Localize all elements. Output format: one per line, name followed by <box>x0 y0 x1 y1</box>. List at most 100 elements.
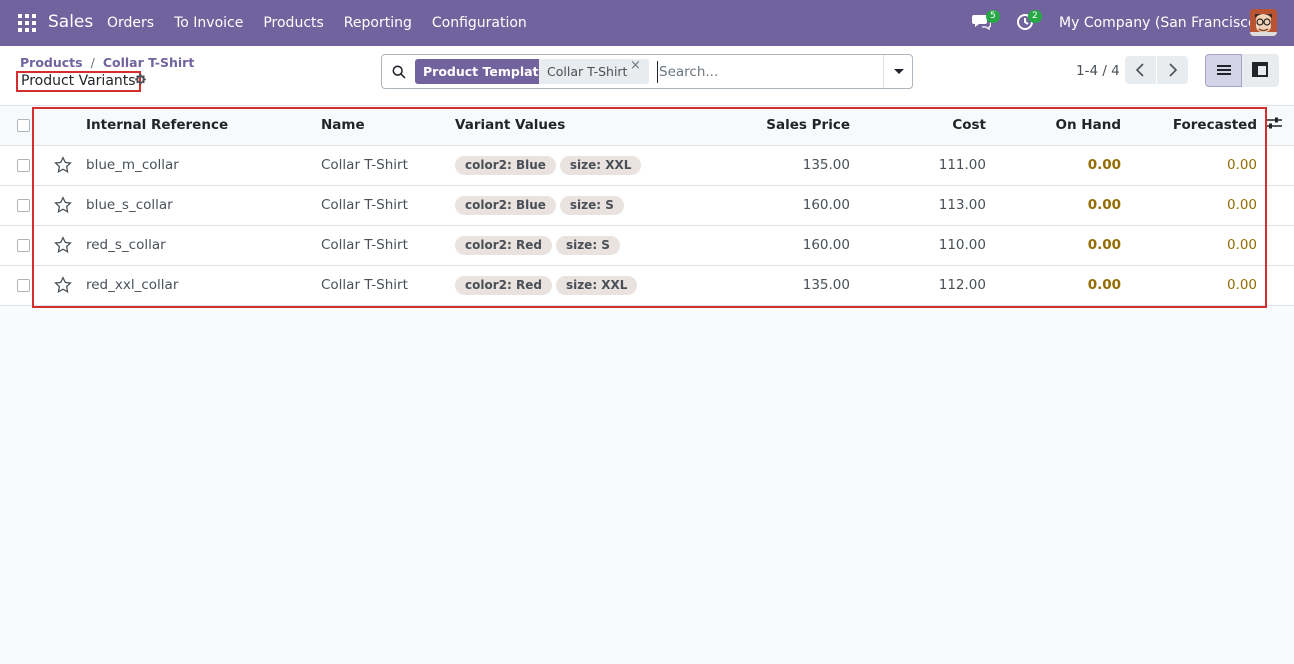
header-cost[interactable]: Cost <box>850 106 986 146</box>
kanban-view-button[interactable] <box>1242 54 1279 87</box>
user-avatar[interactable] <box>1250 9 1277 36</box>
cell-internal-reference: red_s_collar <box>86 225 321 266</box>
chevron-left-icon <box>1135 63 1144 77</box>
pager-value[interactable]: 1-4 / 4 <box>1076 63 1120 79</box>
breadcrumb-products[interactable]: Products <box>20 55 83 70</box>
header-forecasted[interactable]: Forecasted <box>1121 106 1257 146</box>
cell-sales-price: 135.00 <box>715 145 850 186</box>
main-menu: Orders To Invoice Products Reporting Con… <box>107 15 547 31</box>
header-variant-values[interactable]: Variant Values <box>455 106 715 146</box>
company-switcher[interactable]: My Company (San Francisco) <box>1059 15 1262 31</box>
app-name[interactable]: Sales <box>48 12 93 32</box>
search-icon[interactable] <box>392 65 406 79</box>
header-internal-reference[interactable]: Internal Reference <box>86 106 321 146</box>
facet-remove-button[interactable]: × <box>630 58 641 73</box>
variant-tag: color2: Red <box>455 235 552 255</box>
cell-variant-values: color2: Red size: S <box>455 225 715 266</box>
breadcrumb-collar-tshirt[interactable]: Collar T-Shirt <box>103 55 195 70</box>
cell-variant-values: color2: Red size: XXL <box>455 265 715 306</box>
select-all-cell <box>0 106 45 146</box>
pager-previous-button[interactable] <box>1125 56 1156 84</box>
row-checkbox[interactable] <box>17 278 30 292</box>
cell-sales-price: 135.00 <box>715 265 850 306</box>
row-select-cell <box>0 185 45 226</box>
table-row[interactable]: blue_s_collar Collar T-Shirt color2: Blu… <box>0 185 1294 226</box>
table-row[interactable]: blue_m_collar Collar T-Shirt color2: Blu… <box>0 145 1294 186</box>
table-row[interactable]: red_xxl_collar Collar T-Shirt color2: Re… <box>0 265 1294 306</box>
menu-item-products[interactable]: Products <box>263 15 323 31</box>
list-view-icon <box>1217 65 1231 75</box>
optional-columns-cell <box>1257 106 1294 146</box>
row-end-cell <box>1257 225 1294 266</box>
cell-cost: 110.00 <box>850 225 986 266</box>
variant-tag: color2: Blue <box>455 195 556 215</box>
cell-name: Collar T-Shirt <box>321 185 455 226</box>
star-icon[interactable] <box>54 196 72 214</box>
cell-name: Collar T-Shirt <box>321 225 455 266</box>
star-icon[interactable] <box>54 156 72 174</box>
menu-item-orders[interactable]: Orders <box>107 15 154 31</box>
activities-count-badge: 2 <box>1028 10 1042 23</box>
menu-item-to-invoice[interactable]: To Invoice <box>174 15 243 31</box>
table-header-row: Internal Reference Name Variant Values S… <box>0 106 1294 146</box>
row-checkbox[interactable] <box>17 198 30 212</box>
kanban-view-icon <box>1252 62 1268 77</box>
cell-variant-values: color2: Blue size: S <box>455 185 715 226</box>
row-select-cell <box>0 265 45 306</box>
variant-tag: color2: Red <box>455 275 552 295</box>
select-all-checkbox[interactable] <box>17 118 30 132</box>
cell-forecasted: 0.00 <box>1121 225 1257 266</box>
search-options-toggle[interactable] <box>883 55 913 88</box>
caret-down-icon <box>894 69 904 74</box>
row-end-cell <box>1257 145 1294 186</box>
cell-forecasted: 0.00 <box>1121 265 1257 306</box>
menu-item-reporting[interactable]: Reporting <box>344 15 412 31</box>
cell-internal-reference: blue_m_collar <box>86 145 321 186</box>
search-input[interactable] <box>657 61 877 83</box>
row-checkbox[interactable] <box>17 238 30 252</box>
gear-icon[interactable] <box>134 73 147 86</box>
page-title: Product Variants <box>16 71 141 92</box>
variants-table: Internal Reference Name Variant Values S… <box>0 106 1294 306</box>
cell-internal-reference: red_xxl_collar <box>86 265 321 306</box>
row-checkbox[interactable] <box>17 158 30 172</box>
sliders-icon[interactable] <box>1266 116 1282 130</box>
product-variants-list: Internal Reference Name Variant Values S… <box>0 106 1294 306</box>
cell-cost: 112.00 <box>850 265 986 306</box>
variant-tag: size: S <box>559 195 624 215</box>
variant-tag: size: S <box>555 235 620 255</box>
top-navbar: Sales Orders To Invoice Products Reporti… <box>0 0 1294 46</box>
facet-label: Product Template <box>415 59 555 84</box>
cell-forecasted: 0.00 <box>1121 185 1257 226</box>
cell-internal-reference: blue_s_collar <box>86 185 321 226</box>
row-select-cell <box>0 145 45 186</box>
row-end-cell <box>1257 185 1294 226</box>
header-sales-price[interactable]: Sales Price <box>715 106 850 146</box>
variant-tag: color2: Blue <box>455 155 556 175</box>
favorite-cell <box>45 225 86 266</box>
variant-tag: size: XXL <box>555 275 638 295</box>
favorite-cell <box>45 145 86 186</box>
cell-on-hand: 0.00 <box>986 145 1121 186</box>
header-name[interactable]: Name <box>321 106 455 146</box>
messages-button[interactable]: 5 <box>972 10 1000 35</box>
favorite-header <box>45 106 86 146</box>
breadcrumb: Products / Collar T-Shirt <box>20 55 195 70</box>
cell-on-hand: 0.00 <box>986 185 1121 226</box>
row-end-cell <box>1257 265 1294 306</box>
table-row[interactable]: red_s_collar Collar T-Shirt color2: Red s… <box>0 225 1294 266</box>
cell-on-hand: 0.00 <box>986 265 1121 306</box>
cell-forecasted: 0.00 <box>1121 145 1257 186</box>
pager-next-button[interactable] <box>1157 56 1188 84</box>
activities-button[interactable]: 2 <box>1016 10 1042 35</box>
list-view-button[interactable] <box>1205 54 1242 87</box>
cell-name: Collar T-Shirt <box>321 145 455 186</box>
star-icon[interactable] <box>54 276 72 294</box>
messages-count-badge: 5 <box>986 10 1000 23</box>
cell-variant-values: color2: Blue size: XXL <box>455 145 715 186</box>
menu-item-configuration[interactable]: Configuration <box>432 15 527 31</box>
header-on-hand[interactable]: On Hand <box>986 106 1121 146</box>
star-icon[interactable] <box>54 236 72 254</box>
apps-menu-icon[interactable] <box>18 14 36 32</box>
chevron-right-icon <box>1169 63 1178 77</box>
